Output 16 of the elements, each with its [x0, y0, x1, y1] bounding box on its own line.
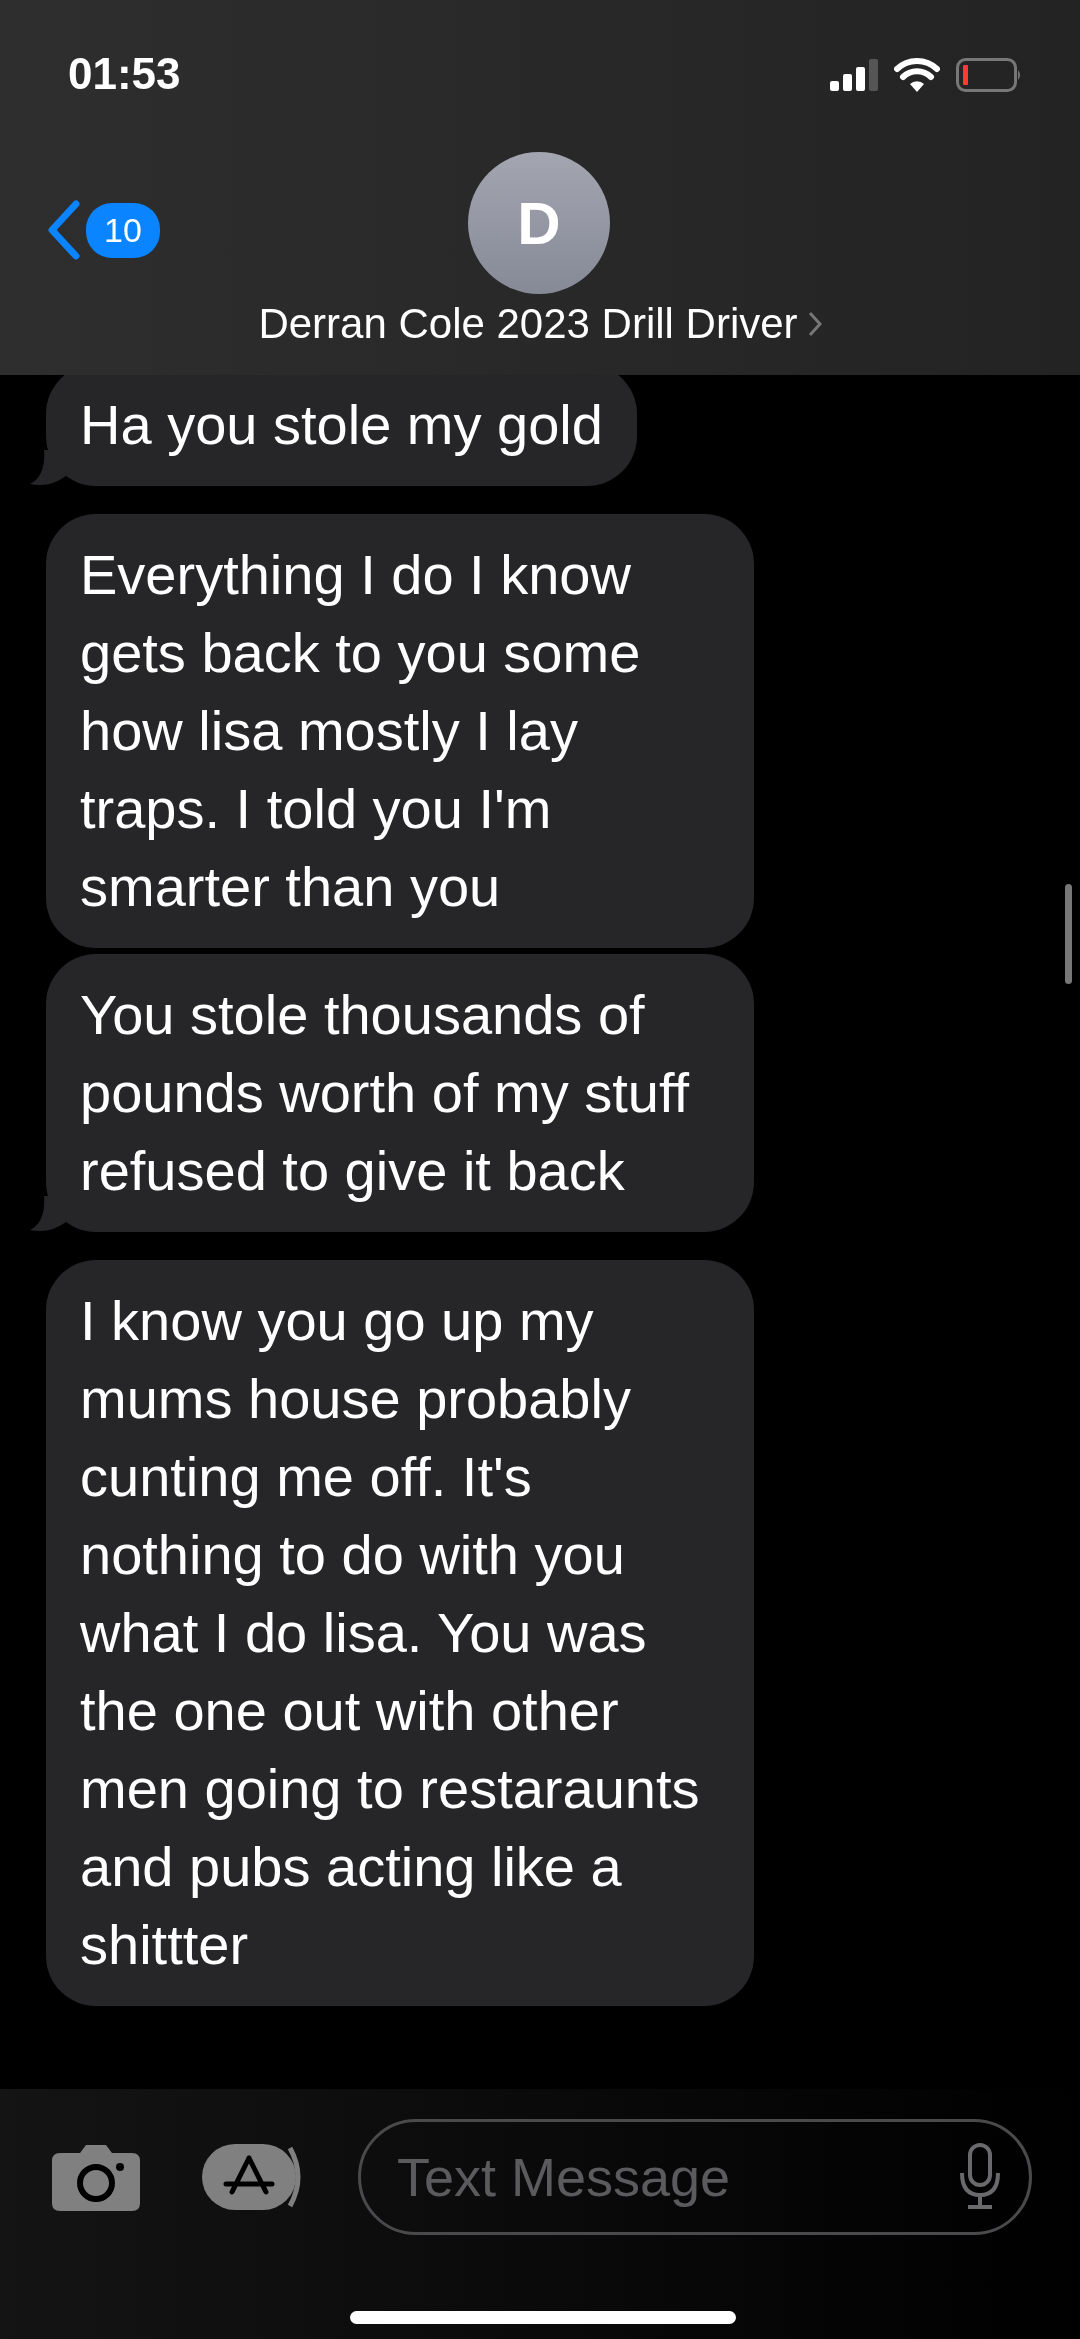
message-field[interactable]: Text Message: [358, 2119, 1032, 2235]
message-bubble: You stole thousands of pounds worth of my stuff refused to give it back: [46, 954, 754, 1232]
back-button[interactable]: 10: [46, 200, 160, 260]
signal-icon: [830, 59, 878, 91]
unread-count-badge: 10: [86, 202, 160, 258]
chevron-left-icon: [46, 200, 82, 260]
status-time: 01:53: [68, 49, 181, 99]
contact-name[interactable]: Derran Cole 2023 Drill Driver: [258, 300, 798, 348]
message-bubble: Everything I do I know gets back to you some how lisa mostly I lay traps. I told you I'm smarter than you: [46, 514, 754, 948]
message-bubble: I know you go up my mums house probably cunting me off. It's nothing to do with you what I do lisa. You was the one out with other men going to restaraunts and pubs acting like a shittter: [46, 1260, 754, 2006]
microphone-icon[interactable]: [958, 2143, 1002, 2211]
chevron-right-icon: [807, 311, 822, 337]
camera-icon[interactable]: [52, 2143, 140, 2211]
wifi-icon: [894, 58, 940, 92]
contact-avatar[interactable]: D: [468, 152, 610, 294]
battery-icon: [956, 58, 1022, 92]
